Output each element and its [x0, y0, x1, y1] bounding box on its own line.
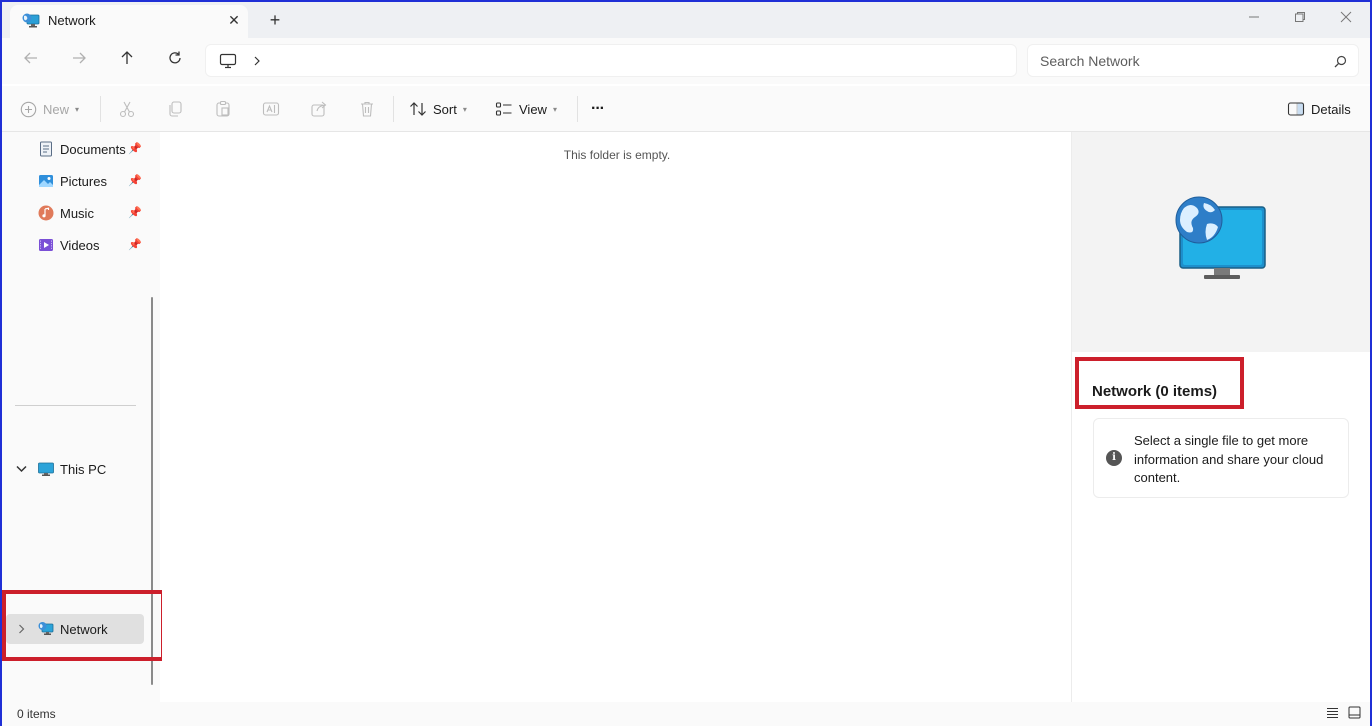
- tiles-view-icon[interactable]: [1348, 706, 1361, 719]
- details-pane-icon: [1287, 102, 1305, 116]
- details-label: Details: [1311, 101, 1351, 117]
- chevron-down-icon: ▾: [462, 104, 467, 114]
- details-preview: [1072, 132, 1370, 352]
- highlight-details-title: [1075, 357, 1244, 409]
- forward-icon[interactable]: [66, 48, 92, 74]
- delete-button[interactable]: [358, 86, 376, 132]
- details-view-icon[interactable]: [1326, 706, 1339, 719]
- cut-icon: [119, 101, 135, 118]
- pin-icon[interactable]: 📌: [128, 142, 142, 155]
- sidebar-item-label: Documents: [60, 142, 126, 157]
- refresh-icon[interactable]: [162, 48, 188, 74]
- up-icon[interactable]: [114, 48, 140, 74]
- videos-icon: [39, 239, 53, 251]
- share-button[interactable]: [310, 86, 328, 132]
- view-label: View: [519, 101, 547, 117]
- computer-icon: [219, 53, 237, 69]
- copy-button[interactable]: [166, 86, 184, 132]
- navigation-bar: [2, 38, 1370, 84]
- empty-folder-message: This folder is empty.: [563, 148, 671, 162]
- pin-icon[interactable]: 📌: [128, 238, 142, 251]
- more-options-button[interactable]: ···: [591, 86, 605, 132]
- chevron-right-icon[interactable]: [253, 56, 261, 66]
- address-bar[interactable]: [205, 44, 1017, 77]
- tab-network[interactable]: Network ✕: [10, 5, 248, 38]
- sidebar-item-music[interactable]: Music 📌: [6, 198, 144, 228]
- this-pc-icon: [38, 462, 54, 476]
- highlight-network-sidebar: [2, 590, 165, 661]
- sort-icon: [410, 102, 426, 116]
- file-list-area[interactable]: This folder is empty.: [162, 132, 1070, 702]
- tab-title: Network: [48, 13, 96, 28]
- pictures-icon: [39, 175, 53, 187]
- music-icon: [38, 205, 54, 221]
- share-icon: [311, 101, 327, 117]
- sidebar-item-videos[interactable]: Videos 📌: [6, 230, 144, 260]
- rename-button[interactable]: [262, 86, 280, 132]
- title-bar: Network ✕ +: [2, 2, 1370, 38]
- separator: [100, 96, 101, 122]
- details-button[interactable]: Details: [1287, 86, 1351, 132]
- cut-button[interactable]: [118, 86, 136, 132]
- info-icon: i: [1106, 450, 1122, 466]
- plus-circle-icon: [20, 101, 37, 117]
- sidebar-item-label: Videos: [60, 238, 100, 253]
- new-tab-button[interactable]: +: [264, 10, 286, 32]
- chevron-down-icon[interactable]: [16, 465, 27, 473]
- sidebar-item-label: Music: [60, 206, 94, 221]
- network-large-icon: [1175, 196, 1266, 279]
- documents-icon: [40, 141, 52, 157]
- close-window-icon[interactable]: [1334, 8, 1358, 30]
- search-icon[interactable]: [1334, 55, 1347, 68]
- status-bar: 0 items: [2, 702, 1370, 726]
- separator: [393, 96, 394, 122]
- sort-label: Sort: [433, 101, 457, 117]
- sidebar-item-label: Pictures: [60, 174, 107, 189]
- sort-button[interactable]: Sort ▾: [409, 86, 467, 132]
- view-icon: [495, 102, 512, 116]
- search-box[interactable]: [1027, 44, 1359, 77]
- pin-icon[interactable]: 📌: [128, 206, 142, 219]
- view-button[interactable]: View ▾: [495, 86, 557, 132]
- paste-button[interactable]: [214, 86, 232, 132]
- new-button[interactable]: New ▾: [20, 86, 79, 132]
- info-message: Select a single file to get more informa…: [1134, 433, 1324, 485]
- info-card: i Select a single file to get more infor…: [1093, 418, 1349, 498]
- restore-icon[interactable]: [1288, 8, 1312, 30]
- sidebar-item-pictures[interactable]: Pictures 📌: [6, 166, 144, 196]
- minimize-icon[interactable]: [1242, 8, 1266, 30]
- sidebar-divider: [15, 405, 136, 406]
- file-explorer-window: Network ✕ + Search Network New ▾ Sort ▾ …: [0, 0, 1372, 726]
- sidebar-item-label: This PC: [60, 462, 107, 477]
- command-bar: New ▾ Sort ▾ View ▾ ··· Details: [2, 86, 1370, 132]
- search-input[interactable]: [1040, 45, 1320, 76]
- close-tab-icon[interactable]: ✕: [224, 10, 244, 30]
- item-count: 0 items: [17, 707, 56, 721]
- new-label: New: [43, 101, 70, 117]
- network-icon: [22, 13, 40, 28]
- chevron-down-icon: ▾: [75, 104, 80, 114]
- paste-icon: [216, 100, 230, 117]
- sidebar-item-documents[interactable]: Documents 📌: [6, 134, 144, 164]
- rename-icon: [262, 102, 280, 116]
- separator: [577, 96, 578, 122]
- chevron-down-icon: ▾: [552, 104, 557, 114]
- pin-icon[interactable]: 📌: [128, 174, 142, 187]
- trash-icon: [361, 101, 373, 117]
- copy-icon: [169, 101, 182, 117]
- sidebar-item-this-pc[interactable]: This PC: [6, 454, 144, 484]
- back-icon[interactable]: [18, 48, 44, 74]
